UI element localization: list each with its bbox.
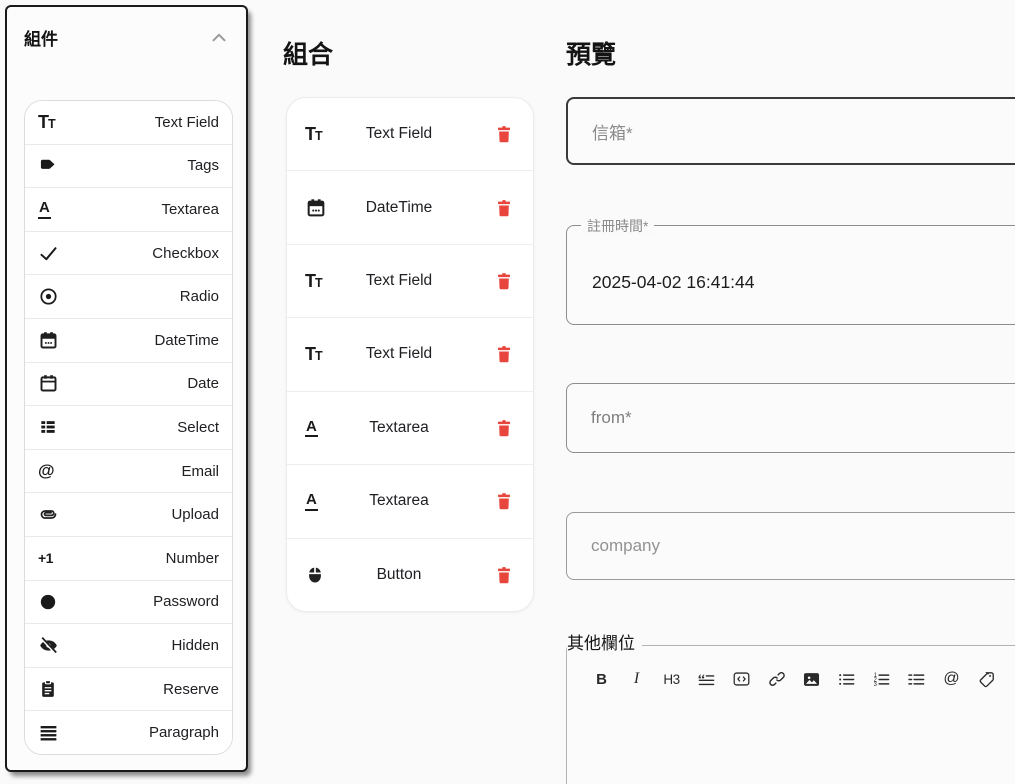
palette-item-radio[interactable]: Radio: [25, 274, 232, 318]
tag-icon: [38, 156, 64, 176]
code-block-button[interactable]: [732, 668, 751, 690]
text-field-icon: TT: [305, 345, 331, 364]
textarea-icon: A: [305, 492, 331, 511]
preview-title: 預覽: [566, 35, 616, 71]
plus-one-icon: +1: [38, 550, 64, 566]
trash-icon[interactable]: [493, 197, 515, 219]
task-list-button[interactable]: [907, 668, 926, 690]
text-field-icon: TT: [305, 125, 331, 144]
palette-item-email[interactable]: @ Email: [25, 449, 232, 493]
mention-button[interactable]: @: [942, 668, 961, 690]
palette-item-datetime[interactable]: DateTime: [25, 318, 232, 362]
components-panel: 組件 TT Text Field Tags A Textarea: [5, 5, 248, 772]
components-panel-header: 組件: [7, 7, 246, 50]
register-time-value: 2025-04-02 16:41:44: [567, 226, 1015, 324]
at-icon: @: [38, 461, 64, 481]
link-icon[interactable]: [767, 668, 786, 690]
email-input[interactable]: 信箱*: [566, 97, 1015, 165]
comp-item-textarea[interactable]: A Textarea: [287, 464, 533, 537]
heading-3-button[interactable]: H3: [662, 668, 681, 690]
filled-circle-icon: [38, 592, 64, 612]
composition-title: 組合: [283, 35, 333, 71]
image-icon[interactable]: [802, 668, 821, 690]
italic-button[interactable]: I: [627, 668, 646, 690]
ordered-list-button[interactable]: 123: [872, 668, 891, 690]
tag-button[interactable]: [977, 668, 996, 690]
palette-item-date[interactable]: Date: [25, 362, 232, 406]
register-time-label: 註冊時間*: [581, 217, 654, 235]
textarea-icon: A: [305, 419, 331, 438]
company-input-placeholder: company: [591, 536, 660, 556]
comp-item-text-field[interactable]: TT Text Field: [287, 244, 533, 317]
comp-item-textarea[interactable]: A Textarea: [287, 391, 533, 464]
palette-item-select[interactable]: Select: [25, 405, 232, 449]
text-field-icon: TT: [38, 113, 64, 132]
components-panel-title: 組件: [24, 25, 58, 50]
lines-icon: [38, 722, 64, 743]
palette-item-tags[interactable]: Tags: [25, 144, 232, 188]
palette-item-hidden[interactable]: Hidden: [25, 623, 232, 667]
palette-item-number[interactable]: +1 Number: [25, 536, 232, 580]
svg-text:3: 3: [874, 682, 878, 688]
palette-item-paragraph[interactable]: Paragraph: [25, 710, 232, 754]
blockquote-button[interactable]: [697, 668, 716, 690]
textarea-icon: A: [38, 200, 64, 219]
palette-item-password[interactable]: Password: [25, 580, 232, 624]
bullet-list-button[interactable]: [837, 668, 856, 690]
chevron-up-icon[interactable]: [208, 27, 230, 49]
email-input-placeholder: 信箱*: [592, 119, 633, 144]
paperclip-icon: [38, 504, 64, 525]
text-field-icon: TT: [305, 272, 331, 291]
palette-item-text-field[interactable]: TT Text Field: [25, 101, 232, 144]
comp-item-text-field[interactable]: TT Text Field: [287, 98, 533, 170]
trash-icon[interactable]: [493, 123, 515, 145]
trash-icon[interactable]: [493, 270, 515, 292]
editor-label: 其他欄位: [567, 633, 642, 655]
from-input[interactable]: from*: [566, 383, 1015, 453]
palette-item-reserve[interactable]: Reserve: [25, 667, 232, 711]
from-input-placeholder: from*: [591, 408, 632, 428]
checkmark-icon: [38, 243, 64, 264]
comp-item-text-field[interactable]: TT Text Field: [287, 317, 533, 390]
calendar-dots-icon: [38, 330, 64, 351]
trash-icon[interactable]: [493, 564, 515, 586]
comp-item-datetime[interactable]: DateTime: [287, 170, 533, 243]
comp-item-button[interactable]: Button: [287, 538, 533, 611]
components-list: TT Text Field Tags A Textarea Checkbox: [24, 100, 233, 755]
form-builder-screen: 組件 TT Text Field Tags A Textarea: [0, 0, 1015, 784]
palette-item-upload[interactable]: Upload: [25, 492, 232, 536]
calendar-dots-icon: [305, 197, 331, 219]
trash-icon[interactable]: [493, 343, 515, 365]
trash-icon[interactable]: [493, 417, 515, 439]
company-input[interactable]: company: [566, 512, 1015, 580]
register-time-field[interactable]: 註冊時間* 2025-04-02 16:41:44: [566, 225, 1015, 325]
calendar-icon: [38, 373, 64, 394]
palette-item-checkbox[interactable]: Checkbox: [25, 231, 232, 275]
palette-item-textarea[interactable]: A Textarea: [25, 187, 232, 231]
rich-text-editor[interactable]: 其他欄位 B I H3 123: [566, 645, 1015, 784]
mouse-icon: [305, 565, 331, 585]
radio-icon: [38, 286, 64, 307]
eye-off-icon: [38, 635, 64, 656]
clipboard-icon: [38, 679, 64, 699]
trash-icon[interactable]: [493, 490, 515, 512]
bold-button[interactable]: B: [592, 668, 611, 690]
composition-list: TT Text Field DateTime TT Text Field TT …: [286, 97, 534, 612]
list-blocks-icon: [38, 417, 64, 437]
